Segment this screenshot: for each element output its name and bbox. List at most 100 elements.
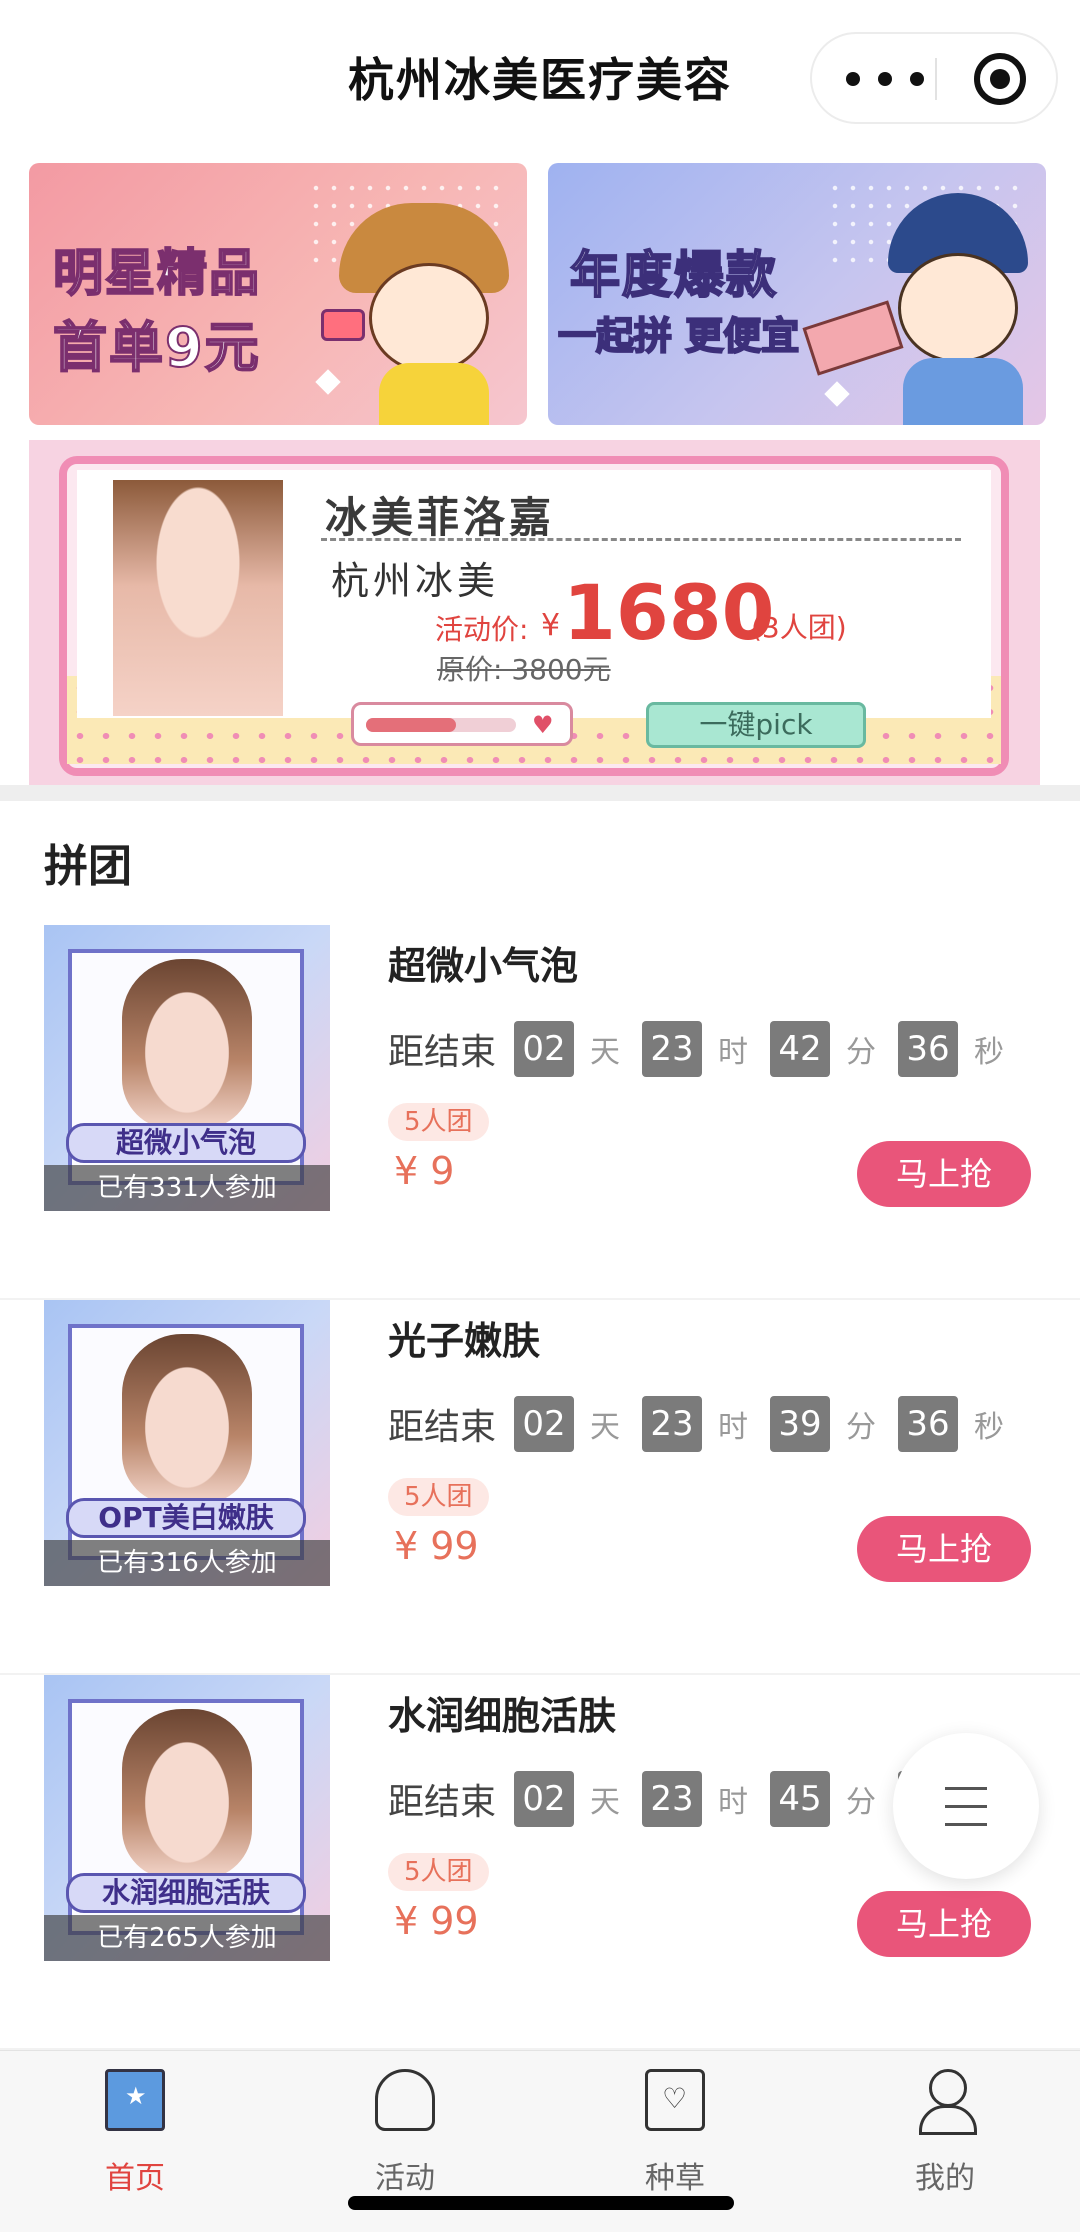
menu-icon-line (945, 1823, 987, 1826)
item-thumbnail: 水润细胞活肤 已有265人参加 (44, 1675, 330, 1961)
home-indicator (348, 2196, 734, 2210)
seconds-box: 36 (898, 1021, 959, 1077)
banner-subline: 一起拼 更便宜 (557, 313, 800, 359)
banner-subline: 首单9元 (52, 315, 261, 380)
countdown-label: 距结束 (388, 1032, 497, 1073)
buy-now-button[interactable]: 马上抢 (857, 1516, 1031, 1582)
section-title: 拼团 (44, 841, 132, 892)
second-unit: 秒 (974, 1410, 1005, 1445)
cartoon-girl (369, 263, 489, 373)
tab-home[interactable]: 首页 (35, 2069, 235, 2209)
activity-icon (375, 2069, 435, 2131)
hour-unit: 时 (718, 1785, 749, 1820)
progress-bar: ♥ (351, 702, 573, 746)
minute-unit: 分 (846, 1035, 877, 1070)
group-size-badge: 5人团 (388, 1103, 489, 1141)
minute-unit: 分 (846, 1785, 877, 1820)
tab-grass[interactable]: 种草 (575, 2069, 775, 2209)
banner-headline: 明星精品 (52, 243, 261, 303)
menu-icon-line (945, 1805, 987, 1808)
countdown: 距结束 02 天 23 时 42 分 36 秒 (388, 1019, 1026, 1079)
thumb-tag: 超微小气泡 (66, 1123, 306, 1163)
seconds-box: 36 (898, 1396, 959, 1452)
hours-box: 23 (642, 1396, 703, 1452)
progress-track (366, 718, 516, 732)
buy-now-button[interactable]: 马上抢 (857, 1891, 1031, 1957)
thumb-tag: OPT美白嫩肤 (66, 1498, 306, 1538)
section-divider (0, 785, 1080, 801)
hours-box: 23 (642, 1021, 703, 1077)
tab-label: 首页 (105, 2161, 165, 2196)
day-unit: 天 (590, 1410, 621, 1445)
team-size: (3人团) (751, 611, 847, 644)
cartoon-body (379, 363, 489, 425)
hours-box: 23 (642, 1771, 703, 1827)
capsule-divider (935, 58, 937, 100)
model-photo (122, 959, 252, 1129)
clinic-name: 杭州冰美 (331, 559, 500, 603)
one-click-pick-button[interactable]: 一键pick (646, 702, 866, 748)
countdown: 距结束 02 天 23 时 39 分 36 秒 (388, 1394, 1026, 1454)
item-thumbnail: 超微小气泡 已有331人参加 (44, 925, 330, 1211)
banner-headline: 年度爆款 (569, 245, 778, 305)
item-title: 超微小气泡 (388, 944, 579, 988)
joined-count: 已有331人参加 (44, 1165, 330, 1211)
item-price: ¥ 99 (394, 1524, 479, 1568)
profile-icon (915, 2069, 977, 2135)
camera-icon (321, 309, 365, 341)
sparkle-icon (824, 381, 850, 407)
buy-now-button[interactable]: 马上抢 (857, 1141, 1031, 1207)
activity-price-label: 活动价: (435, 613, 529, 646)
minutes-box: 42 (770, 1021, 831, 1077)
menu-icon (945, 1787, 987, 1790)
item-price: ¥ 9 (394, 1149, 455, 1193)
model-photo (113, 480, 283, 716)
close-miniprogram-icon[interactable] (974, 53, 1026, 105)
grass-icon (645, 2069, 705, 2131)
thumb-tag: 水润细胞活肤 (66, 1873, 306, 1913)
hour-unit: 时 (718, 1035, 749, 1070)
list-item[interactable]: 超微小气泡 已有331人参加 超微小气泡 距结束 02 天 23 时 42 分 … (0, 925, 1080, 1300)
heart-icon: ♥ (532, 711, 554, 739)
cartoon-boy (898, 253, 1018, 363)
promo-banner-star[interactable]: 明星精品 首单9元 (29, 163, 527, 425)
dashed-divider (321, 538, 961, 541)
promo-banner-hot[interactable]: 年度爆款 一起拼 更便宜 (548, 163, 1046, 425)
minutes-box: 39 (770, 1396, 831, 1452)
hour-unit: 时 (718, 1410, 749, 1445)
days-box: 02 (514, 1021, 575, 1077)
currency-symbol: ¥ (541, 608, 561, 643)
list-item[interactable]: 水润细胞活肤 已有265人参加 水润细胞活肤 距结束 02 天 23 时 45 … (0, 1675, 1080, 2050)
tab-mine[interactable]: 我的 (845, 2069, 1045, 2209)
item-price: ¥ 99 (394, 1899, 479, 1943)
money-icon (802, 300, 904, 376)
countdown-label: 距结束 (388, 1782, 497, 1823)
second-unit: 秒 (974, 1035, 1005, 1070)
header-bar: 杭州冰美医疗美容 (0, 0, 1080, 150)
cartoon-body (903, 358, 1023, 425)
featured-deal-card[interactable]: 冰美菲洛嘉 杭州冰美 活动价: ¥ 1680 (3人团) 原价: 3800元 ♥… (29, 440, 1040, 785)
list-item[interactable]: OPT美白嫩肤 已有316人参加 光子嫩肤 距结束 02 天 23 时 39 分… (0, 1300, 1080, 1675)
activity-price: 1680 (563, 568, 775, 657)
days-box: 02 (514, 1396, 575, 1452)
joined-count: 已有265人参加 (44, 1915, 330, 1961)
tab-label: 活动 (375, 2161, 435, 2196)
minute-unit: 分 (846, 1410, 877, 1445)
tab-activity[interactable]: 活动 (305, 2069, 505, 2209)
original-price: 原价: 3800元 (437, 653, 611, 686)
days-box: 02 (514, 1771, 575, 1827)
mini-program-capsule (810, 32, 1058, 124)
countdown-label: 距结束 (388, 1407, 497, 1448)
item-thumbnail: OPT美白嫩肤 已有316人参加 (44, 1300, 330, 1586)
day-unit: 天 (590, 1035, 621, 1070)
model-photo (122, 1709, 252, 1879)
minutes-box: 45 (770, 1771, 831, 1827)
item-title: 水润细胞活肤 (388, 1694, 617, 1738)
floating-menu-button[interactable] (893, 1733, 1039, 1879)
model-photo (122, 1334, 252, 1504)
more-options-icon[interactable] (842, 56, 932, 100)
home-icon (105, 2069, 165, 2131)
progress-fill (366, 718, 456, 732)
group-size-badge: 5人团 (388, 1853, 489, 1891)
group-size-badge: 5人团 (388, 1478, 489, 1516)
